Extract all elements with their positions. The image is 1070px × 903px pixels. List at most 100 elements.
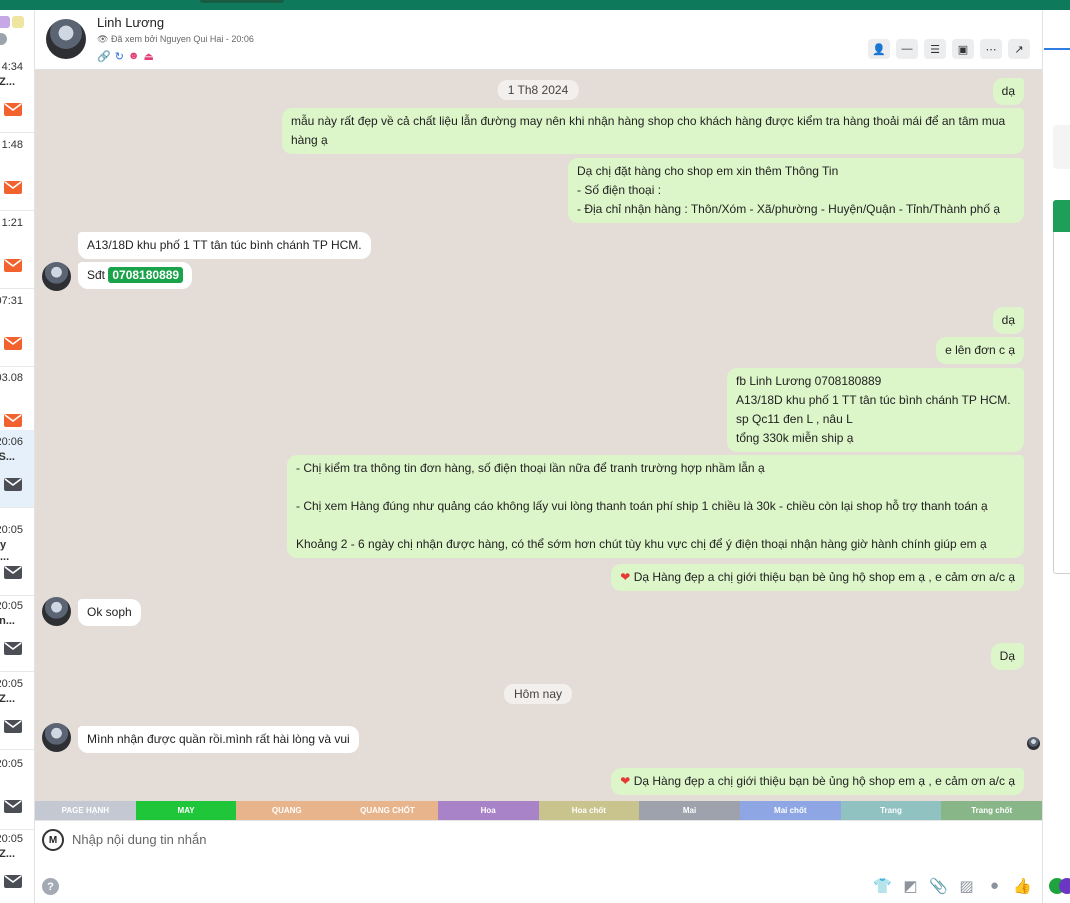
link-icon[interactable]: 🔗	[97, 50, 111, 63]
chat-icon[interactable]: ●	[985, 876, 1004, 895]
message-incoming[interactable]: Mình nhận được quần rồi.mình rất hài lòn…	[78, 726, 359, 753]
tag-5[interactable]: Hoa chốt	[538, 801, 640, 820]
date-separator: 1 Th8 2024	[497, 80, 579, 100]
conversation-time: 20:06	[0, 436, 23, 448]
message-outgoing[interactable]: fb Linh Lương 0708180889 A13/18D khu phố…	[727, 368, 1024, 452]
message-incoming[interactable]: Ok soph	[78, 599, 141, 626]
composer: M Nhập nội dung tin nhắn ? 👕 ◩ 📎 ▨ ● 👍	[35, 820, 1042, 903]
envelope-icon[interactable]	[4, 478, 22, 491]
heart-icon: ❤	[620, 774, 631, 788]
tag-9[interactable]: Trang chốt	[941, 801, 1043, 820]
box-icon[interactable]: ▣	[952, 39, 974, 59]
envelope-icon[interactable]	[4, 414, 22, 427]
conversation-time: 07:31	[0, 295, 23, 307]
envelope-icon[interactable]	[4, 720, 22, 733]
like-icon[interactable]: 👍	[1013, 876, 1032, 895]
conversation-item[interactable]: 20:06 S...	[0, 430, 34, 508]
message-outgoing[interactable]: ❤ Dạ Hàng đẹp a chị giới thiệu bạn bè ủn…	[611, 768, 1024, 795]
tag-7[interactable]: Mai chốt	[739, 801, 841, 820]
conversation-name: Z...	[0, 848, 15, 860]
message-outgoing[interactable]: dạ	[992, 78, 1024, 105]
tag-0[interactable]: PAGE HẠNH	[35, 801, 136, 820]
filter-swatch-grey[interactable]	[0, 33, 7, 45]
history-icon[interactable]: ↻	[115, 50, 124, 63]
conversation-time: 20:05	[0, 524, 23, 536]
envelope-icon[interactable]	[4, 642, 22, 655]
header-toolbar: 👤 — ☰ ▣ ⋯ ↗	[868, 39, 1030, 59]
message-area[interactable]: 1 Th8 2024 dạ mẫu này rất đẹp về cả chất…	[35, 70, 1042, 801]
conversation-item[interactable]: 20:05 in...	[0, 594, 34, 672]
seen-status: 👁 Đã xem bởi Nguyen Qui Hai - 20:06	[97, 34, 254, 44]
header-icon-row: 🔗 ↻ ☻ ⏏	[97, 50, 154, 63]
tag-bar: PAGE HẠNH MAY QUANG QUANG CHỐT Hoa Hoa chốt Ma…	[35, 801, 1043, 820]
external-link-icon[interactable]: ↗	[1008, 39, 1030, 59]
conversation-name: in...	[0, 615, 15, 627]
envelope-icon[interactable]	[4, 800, 22, 813]
panel-card-header	[1053, 200, 1070, 232]
composer-toolbar: 👕 ◩ 📎 ▨ ● 👍	[873, 876, 1032, 895]
filter-swatch-yellow[interactable]	[12, 16, 24, 28]
message-text: Dạ Hàng đẹp a chị giới thiệu bạn bè ủng …	[633, 774, 1015, 788]
message-outgoing[interactable]: e lên đơn c ạ	[936, 337, 1024, 364]
conversation-name: Z...	[0, 693, 15, 705]
tag-1[interactable]: MAY	[135, 801, 237, 820]
envelope-icon[interactable]	[4, 875, 22, 888]
message-incoming[interactable]: Sđt 0708180889	[78, 262, 193, 289]
tag-6[interactable]: Mai	[639, 801, 740, 820]
conversation-item[interactable]: 4:34 Z...	[0, 55, 34, 133]
add-user-icon[interactable]: 👤	[868, 39, 890, 59]
envelope-icon[interactable]	[4, 103, 22, 116]
message-text: Sđt	[87, 268, 106, 282]
phone-number-tag[interactable]: 0708180889	[108, 267, 184, 283]
envelope-icon[interactable]	[4, 566, 22, 579]
chat-header: Linh Lương 👁 Đã xem bởi Nguyen Qui Hai -…	[35, 10, 1042, 70]
image-icon[interactable]: ▨	[957, 876, 976, 895]
conversation-time: 1:48	[1, 139, 23, 151]
more-icon[interactable]: ⋯	[980, 39, 1002, 59]
sticker-icon[interactable]: ◩	[901, 876, 920, 895]
conversation-list[interactable]: 4:34 Z... 1:48 1:21 07:31 03.08 20:06 S... 20:05…	[0, 10, 35, 903]
message-input[interactable]: Nhập nội dung tin nhắn	[72, 832, 206, 847]
tag-4[interactable]: Hoa	[437, 801, 539, 820]
message-outgoing[interactable]: dạ	[992, 307, 1024, 334]
envelope-icon[interactable]	[4, 181, 22, 194]
seen-avatar-icon	[1027, 737, 1040, 750]
tag-3[interactable]: QUANG CHỐT	[337, 801, 438, 820]
conversation-item[interactable]: 1:48	[0, 133, 34, 211]
envelope-icon[interactable]	[4, 259, 22, 272]
avatar[interactable]	[42, 262, 71, 291]
conversation-item[interactable]: 07:31	[0, 289, 34, 367]
attach-icon[interactable]: 📎	[929, 876, 948, 895]
tag-8[interactable]: Trang	[840, 801, 942, 820]
message-outgoing[interactable]: - Chị kiểm tra thông tin đơn hàng, số đi…	[287, 455, 1024, 558]
tag-2[interactable]: QUANG	[236, 801, 338, 820]
conversation-item[interactable]: 1:21	[0, 211, 34, 289]
minus-icon[interactable]: —	[896, 39, 918, 59]
message-incoming[interactable]: A13/18D khu phố 1 TT tân túc bình chánh …	[78, 232, 371, 259]
envelope-icon[interactable]	[4, 337, 22, 350]
message-outgoing[interactable]: Dạ	[990, 643, 1024, 670]
right-panel	[1042, 10, 1070, 903]
conversation-item[interactable]: 20:05 Z...	[0, 827, 34, 903]
contact-name[interactable]: Linh Lương	[97, 15, 164, 30]
help-icon[interactable]: ?	[42, 878, 59, 895]
message-text: Dạ Hàng đẹp a chị giới thiệu bạn bè ủng …	[633, 570, 1015, 584]
conversation-item[interactable]: 20:05 y ...	[0, 518, 34, 596]
filter-swatch-purple[interactable]	[0, 16, 10, 28]
conversation-item[interactable]: 20:05	[0, 752, 34, 830]
shirt-icon[interactable]: 👕	[873, 876, 892, 895]
message-outgoing[interactable]: Dạ chị đặt hàng cho shop em xin thêm Thô…	[568, 158, 1024, 223]
conversation-time: 20:05	[0, 833, 23, 845]
viber-icon[interactable]	[1059, 878, 1070, 894]
message-outgoing[interactable]: ❤ Dạ Hàng đẹp a chị giới thiệu bạn bè ủn…	[611, 564, 1024, 591]
face-icon[interactable]: ☻	[128, 50, 140, 63]
list-icon[interactable]: ☰	[924, 39, 946, 59]
panel-box[interactable]	[1053, 125, 1070, 169]
avatar[interactable]	[42, 723, 71, 752]
message-outgoing[interactable]: mẫu này rất đẹp về cả chất liệu lẫn đườn…	[282, 108, 1024, 154]
conversation-item[interactable]: 20:05 Z...	[0, 672, 34, 750]
avatar[interactable]	[46, 19, 86, 59]
avatar[interactable]	[42, 597, 71, 626]
conversation-name: Z...	[0, 76, 15, 88]
robot-icon[interactable]: ⏏	[144, 50, 154, 63]
